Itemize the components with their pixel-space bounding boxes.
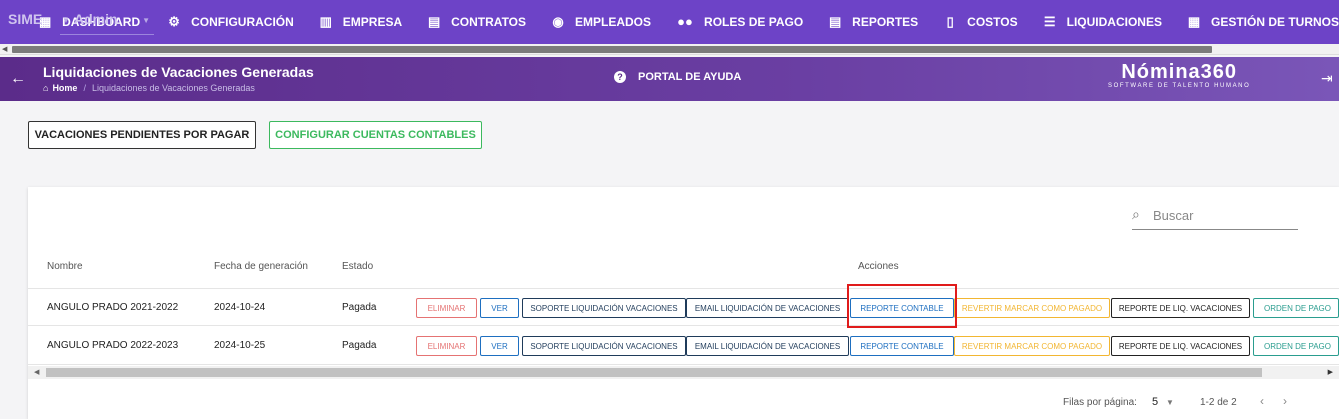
page-title: Liquidaciones de Vacaciones Generadas bbox=[43, 64, 314, 80]
view-button[interactable]: VER bbox=[480, 336, 519, 356]
breadcrumb: ⌂ Home / Liquidaciones de Vacaciones Gen… bbox=[43, 83, 255, 93]
brand-name: SIME bbox=[8, 11, 43, 27]
user-name: Admin bbox=[74, 11, 118, 27]
liquidation-report-button[interactable]: REPORTE DE LIQ. VACACIONES bbox=[1111, 298, 1250, 318]
nav-liquidaciones[interactable]: ☰ LIQUIDACIONES bbox=[1042, 0, 1162, 44]
breadcrumb-separator: / bbox=[83, 83, 86, 93]
revert-paid-button[interactable]: REVERTIR MARCAR COMO PAGADO bbox=[954, 336, 1110, 356]
top-navbar: SIME ▼ Admin ▼ ▦ DASHBOARD ⚙ CONFIGURACI… bbox=[0, 0, 1339, 44]
nav-label: LIQUIDACIONES bbox=[1066, 15, 1162, 29]
search-input[interactable]: Buscar bbox=[1153, 208, 1193, 223]
nav-empresa[interactable]: ▥ EMPRESA bbox=[318, 0, 403, 44]
scroll-left-icon[interactable]: ◀ bbox=[34, 368, 39, 376]
help-portal-link[interactable]: ? PORTAL DE AYUDA bbox=[614, 71, 741, 83]
support-liquidation-button[interactable]: SOPORTE LIQUIDACIÓN VACACIONES bbox=[522, 298, 686, 318]
globe-user-icon: ◉ bbox=[552, 14, 564, 29]
rows-per-page-select[interactable]: 5 bbox=[1152, 396, 1158, 408]
table-scrollbar[interactable]: ◀ ▶ bbox=[28, 366, 1339, 379]
nav-reportes[interactable]: ▤ REPORTES bbox=[827, 0, 918, 44]
rows-per-page-label: Filas por página: bbox=[1063, 397, 1137, 408]
email-liquidation-button[interactable]: EMAIL LIQUIDACIÓN DE VACACIONES bbox=[686, 298, 849, 318]
cell-date: 2024-10-25 bbox=[214, 340, 266, 351]
nav-configuracion[interactable]: ⚙ CONFIGURACIÓN bbox=[166, 0, 294, 44]
brand-area: SIME ▼ Admin ▼ bbox=[0, 0, 154, 44]
view-button[interactable]: VER bbox=[480, 298, 519, 318]
help-label: PORTAL DE AYUDA bbox=[638, 71, 742, 83]
revert-paid-button[interactable]: REVERTIR MARCAR COMO PAGADO bbox=[954, 298, 1110, 318]
cell-state: Pagada bbox=[342, 302, 377, 313]
chevron-down-icon: ▼ bbox=[62, 16, 70, 25]
nav-label: ROLES DE PAGO bbox=[704, 15, 804, 29]
table-row: ANGULO PRADO 2021-2022 2024-10-24 Pagada… bbox=[28, 288, 1339, 326]
cell-name: ANGULO PRADO 2022-2023 bbox=[47, 340, 179, 351]
column-header-name[interactable]: Nombre bbox=[47, 261, 83, 272]
nav-label: EMPLEADOS bbox=[575, 15, 652, 29]
next-page-icon[interactable]: › bbox=[1283, 394, 1287, 408]
logo-text: Nómina360 bbox=[1121, 61, 1238, 83]
highlight-box bbox=[847, 284, 957, 328]
nav-label: COSTOS bbox=[967, 15, 1018, 29]
pending-vacations-button[interactable]: VACACIONES PENDIENTES POR PAGAR bbox=[28, 121, 256, 149]
logo-tagline: SOFTWARE DE TALENTO HUMANO bbox=[1108, 83, 1251, 89]
nav-gestion-de-turnos[interactable]: ▦ GESTIÓN DE TURNOS bbox=[1186, 0, 1339, 44]
search-field[interactable]: ⌕ Buscar bbox=[1132, 202, 1298, 230]
invoice-icon: ▯ bbox=[946, 14, 954, 29]
list-icon: ☰ bbox=[1043, 14, 1056, 29]
column-header-actions: Acciones bbox=[858, 261, 899, 272]
search-icon: ⌕ bbox=[1132, 206, 1140, 222]
email-liquidation-button[interactable]: EMAIL LIQUIDACIÓN DE VACACIONES bbox=[686, 336, 849, 356]
payment-order-button[interactable]: ORDEN DE PAGO bbox=[1253, 298, 1339, 318]
table-row: ANGULO PRADO 2022-2023 2024-10-25 Pagada… bbox=[28, 327, 1339, 365]
configure-accounts-button[interactable]: CONFIGURAR CUENTAS CONTABLES bbox=[269, 121, 482, 149]
logout-icon[interactable]: ⇥ bbox=[1321, 70, 1333, 87]
cell-date: 2024-10-24 bbox=[214, 302, 266, 313]
table-card: ⌕ Buscar Nombre Fecha de generación Esta… bbox=[28, 187, 1339, 419]
gear-icon: ⚙ bbox=[168, 14, 180, 29]
nav-label: GESTIÓN DE TURNOS bbox=[1210, 15, 1339, 29]
cell-state: Pagada bbox=[342, 340, 377, 351]
cell-name: ANGULO PRADO 2021-2022 bbox=[47, 302, 179, 313]
liquidation-report-button[interactable]: REPORTE DE LIQ. VACACIONES bbox=[1111, 336, 1250, 356]
dropdown-arrow-icon: ▼ bbox=[142, 16, 150, 25]
back-arrow-icon[interactable]: ← bbox=[10, 70, 26, 88]
accounting-report-button[interactable]: REPORTE CONTABLE bbox=[850, 336, 954, 356]
nav-scrollbar[interactable]: ◀ bbox=[0, 44, 1339, 55]
report-icon: ▤ bbox=[829, 14, 842, 29]
support-liquidation-button[interactable]: SOPORTE LIQUIDACIÓN VACACIONES bbox=[522, 336, 686, 356]
breadcrumb-current: Liquidaciones de Vacaciones Generadas bbox=[91, 83, 255, 93]
nav-roles-de-pago[interactable]: ●● ROLES DE PAGO bbox=[675, 0, 803, 44]
logo: Nómina360 SOFTWARE DE TALENTO HUMANO bbox=[1108, 61, 1250, 89]
pagination-range: 1-2 de 2 bbox=[1200, 397, 1237, 408]
user-select[interactable]: ▼ Admin ▼ bbox=[60, 7, 154, 35]
page-header: ← Liquidaciones de Vacaciones Generadas … bbox=[0, 57, 1339, 101]
nav-empleados[interactable]: ◉ EMPLEADOS bbox=[550, 0, 651, 44]
calendar-icon: ▦ bbox=[1187, 14, 1201, 29]
scrollbar-thumb[interactable] bbox=[46, 368, 1262, 377]
nav-contratos[interactable]: ▤ CONTRATOS bbox=[426, 0, 526, 44]
column-header-date[interactable]: Fecha de generación bbox=[214, 261, 308, 272]
delete-button[interactable]: ELIMINAR bbox=[416, 336, 477, 356]
nav-label: REPORTES bbox=[852, 15, 919, 29]
breadcrumb-home[interactable]: Home bbox=[52, 83, 77, 93]
scroll-left-icon[interactable]: ◀ bbox=[2, 45, 7, 53]
prev-page-icon[interactable]: ‹ bbox=[1260, 394, 1264, 408]
scrollbar-thumb[interactable] bbox=[12, 46, 1212, 53]
nav-label: CONFIGURACIÓN bbox=[191, 15, 294, 29]
nav-label: EMPRESA bbox=[342, 15, 403, 29]
delete-button[interactable]: ELIMINAR bbox=[416, 298, 477, 318]
payment-order-button[interactable]: ORDEN DE PAGO bbox=[1253, 336, 1339, 356]
clipboard-icon: ▤ bbox=[427, 14, 441, 29]
nav-label: CONTRATOS bbox=[451, 15, 527, 29]
users-icon: ●● bbox=[677, 14, 693, 29]
scroll-right-icon[interactable]: ▶ bbox=[1328, 368, 1333, 376]
nav-costos[interactable]: ▯ COSTOS bbox=[942, 0, 1018, 44]
building-icon: ▥ bbox=[319, 14, 332, 29]
column-header-state[interactable]: Estado bbox=[342, 261, 373, 272]
home-icon: ⌂ bbox=[43, 83, 49, 93]
help-icon: ? bbox=[614, 71, 626, 83]
chevron-down-icon[interactable]: ▼ bbox=[1166, 398, 1174, 407]
